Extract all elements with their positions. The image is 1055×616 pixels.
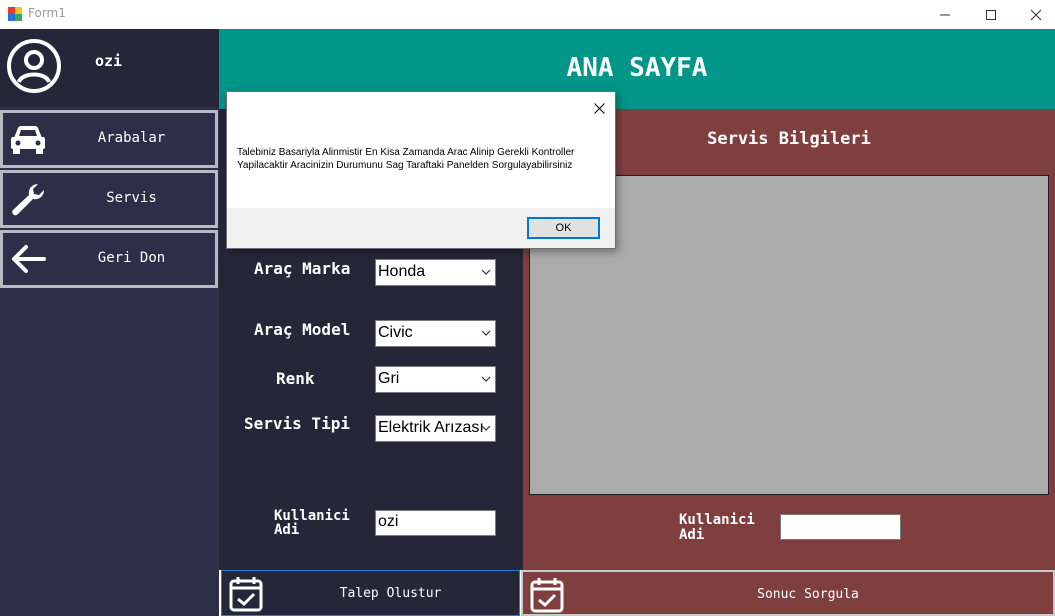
- car-icon: [11, 126, 45, 154]
- user-avatar-icon: [7, 39, 61, 93]
- query-result-button[interactable]: Sonuc Sorgula: [521, 570, 1055, 616]
- color-select-value: Gri: [378, 370, 400, 387]
- color-label: Renk: [276, 369, 315, 388]
- create-request-button[interactable]: Talep Olustur: [221, 570, 520, 616]
- model-select-value: Civic: [378, 324, 413, 341]
- page-title: ANA SAYFA: [566, 53, 708, 83]
- form-username-label-line2: Adi: [274, 522, 300, 538]
- calendar-check-icon: [530, 578, 564, 613]
- chevron-down-icon: [481, 376, 491, 382]
- model-select[interactable]: Civic: [375, 320, 496, 347]
- sidebar-item-servis[interactable]: Servis: [0, 170, 218, 228]
- create-request-label: Talep Olustur: [339, 586, 442, 601]
- window-title: Form1: [28, 6, 66, 20]
- minimize-button[interactable]: [922, 0, 968, 29]
- sidebar-item-label: Servis: [106, 190, 157, 206]
- maximize-button[interactable]: [968, 0, 1014, 29]
- sidebar-item-geri-don[interactable]: Geri Don: [0, 230, 218, 288]
- close-window-button[interactable]: [1013, 0, 1055, 29]
- model-label: Araç Model: [254, 320, 351, 339]
- service-type-label: Servis Tipi: [244, 414, 350, 433]
- close-icon: [593, 102, 605, 114]
- close-icon: [1030, 9, 1042, 20]
- sidebar: ozi Arabalar Servis Geri Don: [0, 29, 219, 616]
- service-username-input[interactable]: [780, 514, 901, 540]
- arrow-left-icon: [12, 245, 46, 273]
- calendar-check-icon: [229, 577, 263, 612]
- sidebar-item-label: Arabalar: [97, 130, 166, 146]
- minimize-icon: [940, 14, 950, 15]
- service-type-select-value: Elektrik Arızası: [378, 419, 484, 436]
- window-titlebar: Form1: [0, 0, 1055, 29]
- service-username-label-line2: Adi: [679, 527, 705, 543]
- service-username-label-line1: Kullanici: [679, 512, 755, 528]
- form-username-label: Kullanici Adi: [274, 509, 350, 537]
- ok-button[interactable]: OK: [527, 217, 600, 239]
- sidebar-item-label: Geri Don: [97, 250, 166, 266]
- chevron-down-icon: [481, 425, 491, 431]
- message-dialog: Talebiniz Basariyla Alinmistir En Kisa Z…: [226, 91, 616, 249]
- username-input[interactable]: ozi: [375, 510, 496, 536]
- maximize-icon: [986, 9, 996, 20]
- sidebar-item-arabalar[interactable]: Arabalar: [0, 110, 218, 168]
- username-label: ozi: [95, 52, 123, 70]
- chevron-down-icon: [481, 330, 491, 336]
- wrench-icon: [12, 183, 45, 216]
- brand-select[interactable]: Honda: [375, 259, 496, 286]
- brand-label: Araç Marka: [254, 259, 351, 278]
- chevron-down-icon: [481, 269, 491, 275]
- app-icon: [8, 7, 22, 21]
- color-select[interactable]: Gri: [375, 366, 496, 393]
- dialog-close-button[interactable]: [589, 98, 609, 118]
- dialog-message: Talebiniz Basariyla Alinmistir En Kisa Z…: [237, 147, 575, 171]
- user-panel: ozi: [0, 29, 219, 107]
- brand-select-value: Honda: [378, 263, 426, 280]
- service-type-select[interactable]: Elektrik Arızası: [375, 415, 496, 442]
- form-username-label-line1: Kullanici: [274, 508, 350, 524]
- query-result-label: Sonuc Sorgula: [757, 587, 859, 602]
- service-username-label: Kullanici Adi: [679, 513, 759, 543]
- dialog-body: Talebiniz Basariyla Alinmistir En Kisa Z…: [227, 92, 615, 208]
